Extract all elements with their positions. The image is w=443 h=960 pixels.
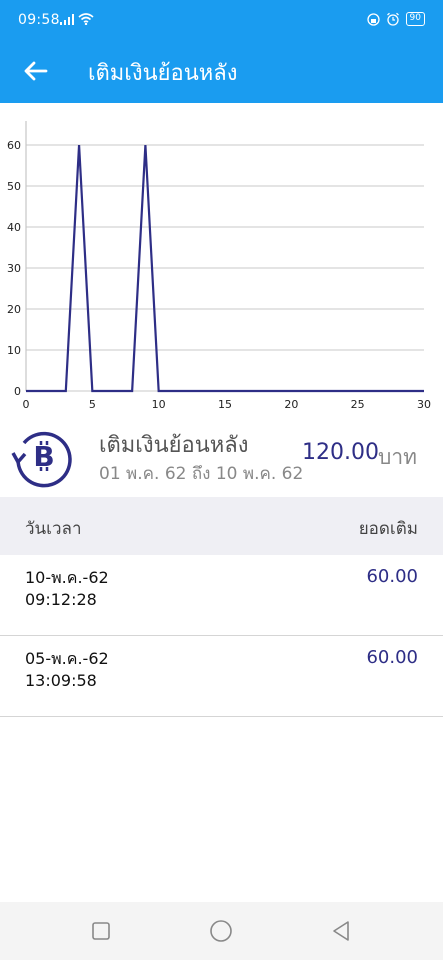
summary-title: เติมเงินย้อนหลัง — [99, 433, 249, 458]
topup-chart: 0 10 20 30 40 50 60 0 5 10 15 20 25 30 — [0, 103, 443, 413]
home-button[interactable] — [209, 919, 233, 943]
lock-rotation-icon — [366, 12, 380, 26]
back-nav-button[interactable] — [329, 919, 353, 943]
x-tick-label: 5 — [89, 398, 96, 411]
y-tick-label: 0 — [14, 385, 21, 398]
svg-text:B: B — [33, 440, 54, 473]
x-tick-label: 15 — [218, 398, 232, 411]
bitcoin-history-icon: B — [11, 431, 72, 488]
triangle-back-icon — [333, 921, 349, 941]
summary-date-range: 01 พ.ค. 62 ถึง 10 พ.ค. 62 — [99, 464, 304, 484]
x-tick-label: 10 — [152, 398, 166, 411]
status-bar: 09:58 90 — [0, 0, 443, 40]
wifi-icon — [78, 13, 94, 25]
table-header: วันเวลา ยอดเติม — [0, 497, 443, 555]
arrow-left-icon — [24, 61, 48, 81]
app-bar: เติมเงินย้อนหลัง — [0, 40, 443, 103]
recents-button[interactable] — [89, 919, 113, 943]
table-row[interactable]: 05-พ.ค.-62 13:09:58 60.00 — [0, 636, 443, 717]
x-tick-label: 25 — [351, 398, 365, 411]
circle-icon — [210, 920, 232, 942]
summary-total-amount: 120.00 — [302, 440, 379, 465]
row-amount: 60.00 — [366, 647, 418, 668]
row-date: 05-พ.ค.-62 — [25, 649, 109, 668]
y-tick-label: 20 — [7, 303, 21, 316]
x-tick-label: 30 — [417, 398, 431, 411]
y-tick-label: 40 — [7, 221, 21, 234]
battery-indicator: 90 — [405, 12, 425, 26]
signal-icon — [60, 14, 74, 25]
alarm-icon — [386, 12, 399, 26]
y-tick-label: 60 — [7, 139, 21, 152]
x-tick-label: 0 — [23, 398, 30, 411]
row-amount: 60.00 — [366, 566, 418, 587]
topup-list: 10-พ.ค.-62 09:12:28 60.00 05-พ.ค.-62 13:… — [0, 555, 443, 717]
row-time: 13:09:58 — [25, 671, 97, 690]
page-title: เติมเงินย้อนหลัง — [88, 61, 238, 86]
system-nav-bar — [0, 902, 443, 960]
table-row[interactable]: 10-พ.ค.-62 09:12:28 60.00 — [0, 555, 443, 636]
x-tick-label: 20 — [284, 398, 298, 411]
back-button[interactable] — [18, 53, 54, 89]
header-datetime: วันเวลา — [25, 519, 82, 539]
y-tick-label: 30 — [7, 262, 21, 275]
topup-line-chart: 0 10 20 30 40 50 60 0 5 10 15 20 25 30 — [7, 121, 431, 411]
header-amount: ยอดเติม — [358, 519, 418, 539]
square-icon — [92, 922, 110, 940]
row-date: 10-พ.ค.-62 — [25, 568, 109, 587]
row-time: 09:12:28 — [25, 590, 97, 609]
status-time: 09:58 — [18, 12, 60, 28]
summary-card: B เติมเงินย้อนหลัง 01 พ.ค. 62 ถึง 10 พ.ค… — [0, 413, 443, 497]
y-tick-label: 10 — [7, 344, 21, 357]
status-right-icons: 90 — [366, 12, 425, 26]
summary-currency-unit: บาท — [378, 445, 417, 469]
signal-icons — [60, 13, 94, 25]
y-tick-label: 50 — [7, 180, 21, 193]
